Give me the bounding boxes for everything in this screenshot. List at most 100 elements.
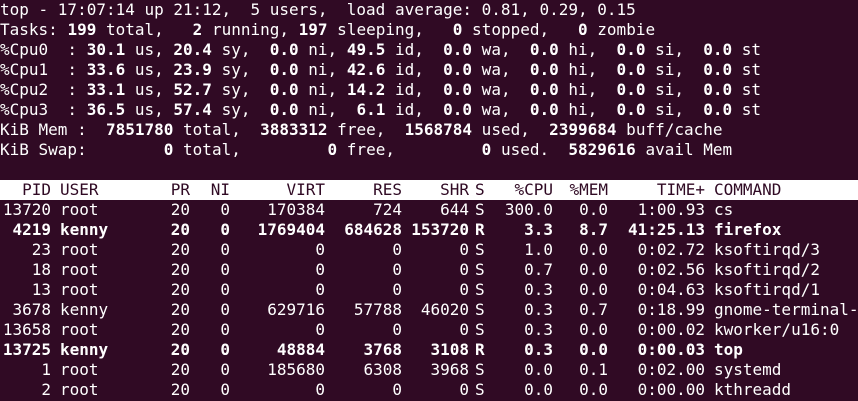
cpu-stat: 36.5 <box>86 100 126 119</box>
cpu-stat: 0.0 <box>693 40 733 59</box>
process-table-body: 13720 root 20 0 170384 724 644 S 300.0 0.0 1:00.93… <box>0 200 858 400</box>
table-row[interactable]: 4219 kenny 20 0 1769404 684628 153720 R 3.3 8.7 41… <box>0 220 858 240</box>
cpu-stat: sy, <box>211 60 261 79</box>
mem-text: buff/cache <box>616 120 723 139</box>
cell-mem: 0.0 <box>579 380 608 399</box>
cell-res: 3768 <box>363 340 402 359</box>
terminal-window[interactable]: top - 17:07:14 up 21:12, 5 users, load a… <box>0 0 858 401</box>
cpu-stat: 0.0 <box>260 40 299 59</box>
cell-time: 0:00.00 <box>637 380 705 399</box>
cell-mem: 0.1 <box>579 360 608 379</box>
column-header-mem[interactable]: %MEM <box>553 180 608 200</box>
table-row[interactable]: 13725 kenny 20 0 48884 3768 3108 R 0.3 0.0 0:00.03… <box>0 340 858 360</box>
cpu-lines: %Cpu0 : 30.1 us, 20.4 sy, 0.0 ni, 49.5 i… <box>0 40 858 120</box>
cpu-stat: id, <box>385 80 434 99</box>
cpu-stat: 0.0 <box>606 80 646 99</box>
cpu-stat: ni, <box>298 80 347 99</box>
cpu-stat: 30.1 <box>86 40 126 59</box>
cpu-stat: st <box>732 80 762 99</box>
cell-res: 0 <box>392 260 402 279</box>
cpu-stat: si, <box>645 100 694 119</box>
cell-user: kenny <box>60 220 109 239</box>
cell-cpu: 0.3 <box>524 280 553 299</box>
column-header-s[interactable]: S <box>469 180 493 200</box>
tasks-text: sleeping, <box>327 20 453 39</box>
cpu-stat: 0.0 <box>433 60 473 79</box>
table-row[interactable]: 2 root 20 0 0 0 0 S 0.0 0.0 0:00.00 kthreadd <box>0 380 858 400</box>
cpu-line-0: %Cpu0 : 30.1 us, 20.4 sy, 0.0 ni, 49.5 i… <box>0 40 858 60</box>
cell-pid: 13 <box>31 280 51 299</box>
cell-pid: 1 <box>41 360 51 379</box>
swap-text: free, <box>337 140 482 159</box>
column-header-ni[interactable]: NI <box>190 180 230 200</box>
cell-cpu: 0.7 <box>524 260 553 279</box>
table-row[interactable]: 3678 kenny 20 0 629716 57788 46020 S 0.3 0.7 0:18.… <box>0 300 858 320</box>
cpu-stat: 0.0 <box>520 80 559 99</box>
cpu-stat: 0.0 <box>260 80 299 99</box>
cell-cpu: 0.3 <box>524 340 553 359</box>
cpu-stat: hi, <box>558 60 607 79</box>
cell-cpu: 0.0 <box>524 380 553 399</box>
column-header-user[interactable]: USER <box>51 180 150 200</box>
cell-time: 0:04.63 <box>637 280 705 299</box>
cell-command: systemd <box>714 360 782 379</box>
cpu-stat: 0.0 <box>520 60 559 79</box>
cpu-stat: %Cpu1 : <box>0 60 87 79</box>
cell-mem: 0.0 <box>579 320 608 339</box>
cell-time: 0:00.02 <box>637 320 705 339</box>
column-header-pid[interactable]: PID <box>0 180 51 200</box>
column-header-virt[interactable]: VIRT <box>230 180 325 200</box>
cell-shr: 644 <box>440 200 469 219</box>
cell-ni: 0 <box>220 320 230 339</box>
cpu-stat: us, <box>125 80 174 99</box>
cpu-stat: 0.0 <box>433 40 473 59</box>
cpu-stat: %Cpu2 : <box>0 80 87 99</box>
cell-command: ksoftirqd/3 <box>714 240 820 259</box>
table-row[interactable]: 13 root 20 0 0 0 0 S 0.3 0.0 0:04.63 ksoftirqd/1 <box>0 280 858 300</box>
cell-user: root <box>60 200 99 219</box>
cell-time: 0:00.03 <box>637 340 705 359</box>
cpu-stat: wa, <box>472 100 521 119</box>
cell-time: 41:25.13 <box>627 220 705 239</box>
cell-ni: 0 <box>220 380 230 399</box>
cpu-stat: 0.0 <box>693 100 733 119</box>
table-row[interactable]: 13658 root 20 0 0 0 0 S 0.3 0.0 0:00.02 kworker/u16… <box>0 320 858 340</box>
cpu-stat: 42.6 <box>346 60 386 79</box>
swap-text: 0 <box>163 140 174 159</box>
swap-text: 0 <box>327 140 338 159</box>
cell-s: S <box>475 300 485 319</box>
column-header-res[interactable]: RES <box>325 180 402 200</box>
cell-virt: 629716 <box>267 300 325 319</box>
cell-user: kenny <box>60 300 109 319</box>
cpu-stat: 57.4 <box>173 100 212 119</box>
cell-cpu: 1.0 <box>524 240 553 259</box>
column-header-pr[interactable]: PR <box>150 180 190 200</box>
cell-pid: 18 <box>31 260 51 279</box>
table-row[interactable]: 13720 root 20 0 170384 724 644 S 300.0 0.0 1:00.93… <box>0 200 858 220</box>
cell-ni: 0 <box>220 240 230 259</box>
cpu-line-2: %Cpu2 : 33.1 us, 52.7 sy, 0.0 ni, 14.2 i… <box>0 80 858 100</box>
cpu-stat: id, <box>385 40 434 59</box>
cell-res: 57788 <box>353 300 402 319</box>
mem-text: 2399684 <box>549 120 617 139</box>
column-header-cpu[interactable]: %CPU <box>493 180 553 200</box>
column-header-shr[interactable]: SHR <box>402 180 469 200</box>
column-header-command[interactable]: COMMAND <box>705 180 858 200</box>
cell-res: 0 <box>392 320 402 339</box>
table-row[interactable]: 23 root 20 0 0 0 0 S 1.0 0.0 0:02.72 ksoftirqd/3 <box>0 240 858 260</box>
cell-pid: 2 <box>41 380 51 399</box>
column-header-time[interactable]: TIME+ <box>608 180 705 200</box>
cell-s: R <box>475 220 485 239</box>
cpu-stat: sy, <box>211 100 261 119</box>
cell-virt: 0 <box>315 380 325 399</box>
cell-shr: 3108 <box>430 340 469 359</box>
cell-command: top <box>714 340 743 359</box>
cell-res: 0 <box>392 380 402 399</box>
table-row[interactable]: 18 root 20 0 0 0 0 S 0.7 0.0 0:02.56 ksoftirqd/2 <box>0 260 858 280</box>
cell-res: 0 <box>392 240 402 259</box>
table-row[interactable]: 1 root 20 0 185680 6308 3968 S 0.0 0.1 0:02.00 syst… <box>0 360 858 380</box>
cpu-stat: %Cpu3 : <box>0 100 87 119</box>
mem-text: 3883312 <box>260 120 328 139</box>
mem-text: KiB Mem : <box>0 120 106 139</box>
tasks-text: 2 <box>192 20 203 39</box>
